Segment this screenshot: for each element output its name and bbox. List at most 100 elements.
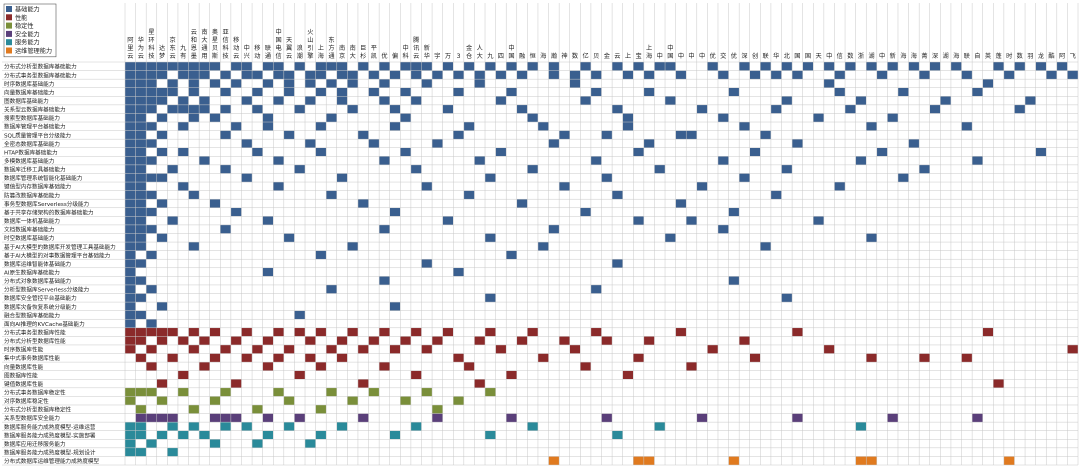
row-label: 时空数据库基础能力 xyxy=(4,234,55,242)
matrix-cell xyxy=(199,362,210,371)
matrix-cell xyxy=(125,207,136,217)
row-label: 关系型云数据库基础能力 xyxy=(4,106,66,114)
column-label: 云 xyxy=(191,29,197,36)
column-label: 上 xyxy=(318,44,324,52)
matrix-cell xyxy=(823,79,835,88)
row-label: 数据库安全管控平台基础能力 xyxy=(4,294,77,302)
column-label: 宝 xyxy=(635,52,641,60)
matrix-cell xyxy=(717,156,729,165)
matrix-cell xyxy=(209,62,221,71)
matrix-cell xyxy=(432,404,443,414)
column-label: 腾 xyxy=(413,36,420,44)
column-label: 华 xyxy=(138,36,144,44)
column-label: 中 xyxy=(688,52,694,60)
matrix-cell xyxy=(220,164,231,174)
column-label: 科 xyxy=(403,52,409,60)
column-label: 电 xyxy=(275,44,281,52)
legend-label: 性能 xyxy=(15,14,27,22)
matrix-cell xyxy=(146,87,157,97)
column-label: 蓬 xyxy=(995,52,1001,60)
column-label: 中 xyxy=(879,52,885,60)
matrix-cell xyxy=(908,139,920,148)
matrix-cell xyxy=(305,96,316,105)
matrix-cell xyxy=(432,413,443,423)
column-label: 中 xyxy=(826,52,832,60)
matrix-cell xyxy=(633,353,644,363)
matrix-cell xyxy=(845,62,856,71)
matrix-cell xyxy=(135,259,147,268)
matrix-cell xyxy=(156,199,168,208)
matrix-cell xyxy=(146,413,157,423)
matrix-cell xyxy=(315,122,327,131)
matrix-cell xyxy=(156,113,168,123)
row-label: 分布式对象数据库基础能力 xyxy=(4,277,72,285)
column-label: 斯 xyxy=(212,52,218,60)
matrix-cell xyxy=(675,130,687,140)
column-label: 羽 xyxy=(1027,53,1033,60)
matrix-cell xyxy=(654,422,666,431)
matrix-cell xyxy=(209,353,221,363)
matrix-cell xyxy=(612,430,623,440)
column-label: 创 xyxy=(752,52,758,60)
matrix-cell xyxy=(146,139,157,148)
row-label: 数据库运维智能体基础能力 xyxy=(4,260,72,268)
matrix-cell xyxy=(167,327,178,337)
matrix-cell xyxy=(823,62,835,71)
matrix-cell xyxy=(273,96,284,105)
legend-label: 安全能力 xyxy=(15,30,40,38)
matrix-cell xyxy=(252,87,263,97)
matrix-cell xyxy=(770,104,782,114)
column-label: 海 xyxy=(953,52,959,60)
matrix-cell xyxy=(421,387,433,397)
matrix-cell xyxy=(135,224,147,234)
legend-label: 基础能力 xyxy=(15,6,40,14)
matrix-cell xyxy=(220,87,231,97)
column-label: 新 xyxy=(890,52,896,60)
matrix-cell xyxy=(654,164,666,174)
column-label: 凯 xyxy=(371,52,377,60)
column-label: 南 xyxy=(201,28,207,36)
matrix-cell xyxy=(548,456,560,465)
matrix-cell xyxy=(1046,70,1057,80)
matrix-cell xyxy=(675,199,687,208)
matrix-cell xyxy=(548,70,560,80)
column-label: 山 xyxy=(307,36,313,44)
matrix-cell xyxy=(167,216,178,225)
matrix-cell xyxy=(125,190,136,200)
matrix-cell xyxy=(220,70,231,80)
matrix-cell xyxy=(315,147,327,157)
matrix-cell xyxy=(146,79,157,88)
matrix-cell xyxy=(770,70,782,80)
matrix-cell xyxy=(887,62,898,71)
matrix-cell xyxy=(728,276,740,285)
matrix-cell xyxy=(262,113,274,123)
matrix-cell xyxy=(845,104,856,114)
column-label: 湖 xyxy=(868,52,874,60)
matrix-cell xyxy=(177,104,189,114)
matrix-cell xyxy=(559,130,570,140)
matrix-cell xyxy=(283,396,295,405)
column-label: 云 xyxy=(233,53,239,60)
column-label: 信 xyxy=(275,52,281,60)
matrix-cell xyxy=(273,62,284,71)
legend-swatch xyxy=(6,22,12,29)
matrix-cell xyxy=(590,284,602,294)
column-label: 神 xyxy=(561,52,567,60)
row-label: 对序数据库稳定性 xyxy=(4,397,49,405)
column-label: 奥 xyxy=(212,28,218,36)
matrix-cell xyxy=(146,250,157,260)
matrix-cell xyxy=(135,79,147,88)
matrix-cell xyxy=(357,199,369,208)
matrix-cell xyxy=(146,224,157,234)
matrix-cell xyxy=(230,79,242,88)
column-label: 深 xyxy=(932,52,938,60)
matrix-cell xyxy=(696,413,708,423)
column-label: 联 xyxy=(964,52,970,60)
matrix-cell xyxy=(379,79,390,88)
row-label: 基于AI大模型的对事数据管理平台基础能力 xyxy=(4,251,111,259)
column-label: 平 xyxy=(371,45,377,52)
column-label: 融 xyxy=(519,52,525,60)
column-label: 星 xyxy=(148,29,154,36)
matrix-cell xyxy=(125,182,136,191)
matrix-cell xyxy=(665,62,676,71)
